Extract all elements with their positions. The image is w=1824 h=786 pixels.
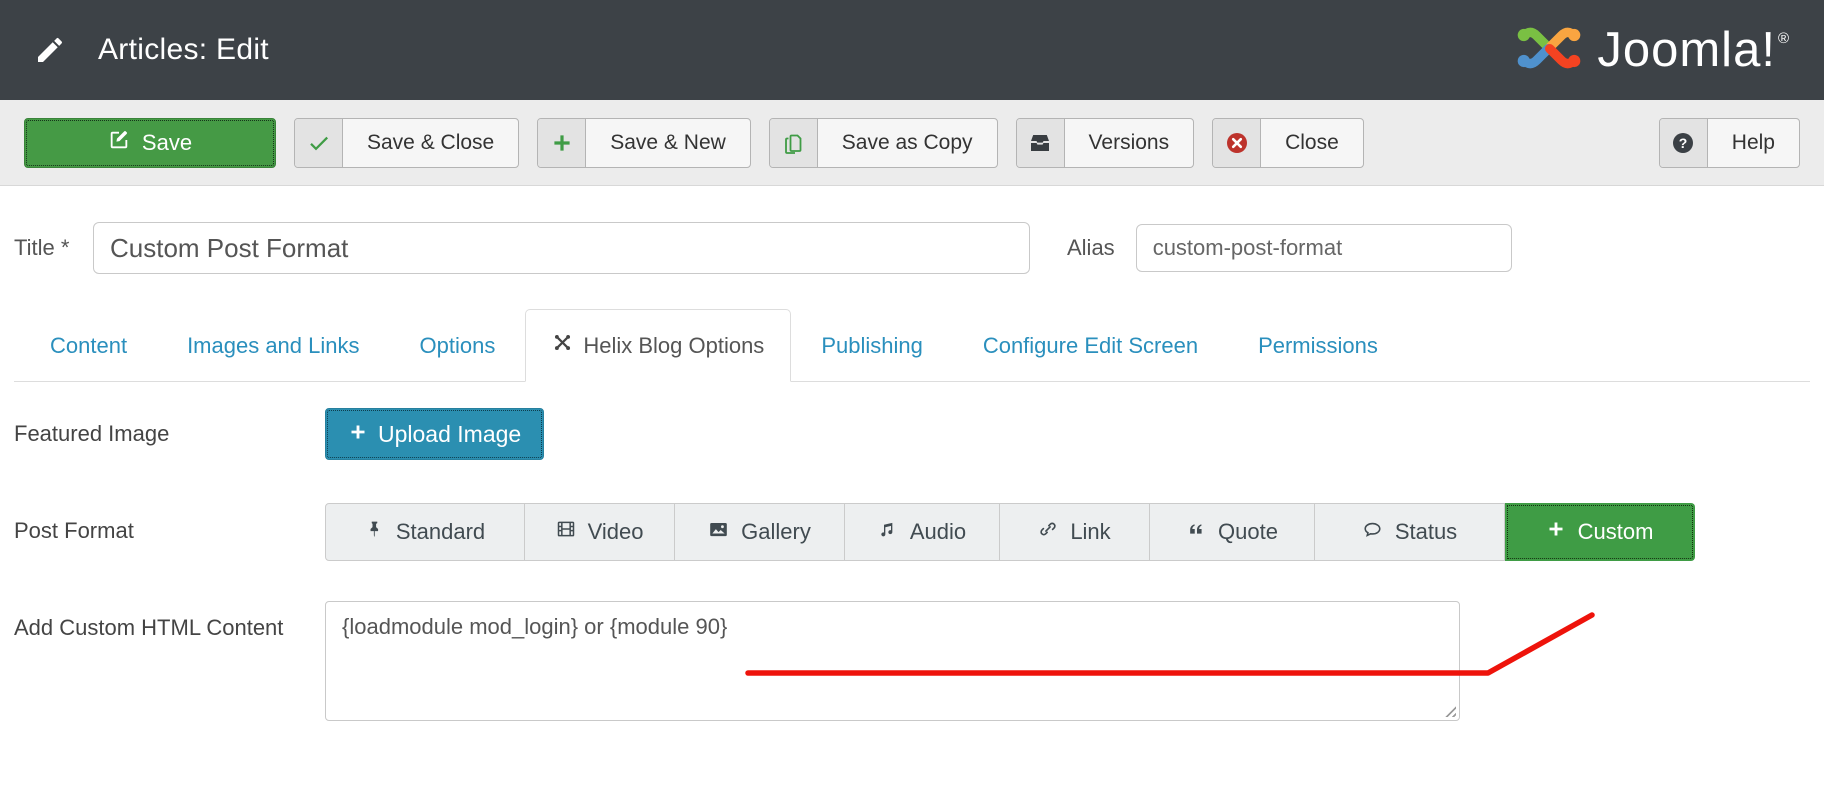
post-format-quote-button[interactable]: Quote (1150, 503, 1315, 561)
music-note-icon (878, 519, 898, 545)
tab-images-and-links[interactable]: Images and Links (157, 311, 389, 381)
title-input[interactable] (93, 222, 1030, 274)
plus-icon (538, 119, 586, 167)
joomla-knot-icon (552, 332, 573, 359)
tab-helix-blog-options[interactable]: Helix Blog Options (525, 309, 791, 382)
edit-square-icon (108, 129, 130, 157)
post-format-custom-button[interactable]: Custom (1505, 503, 1695, 561)
post-format-video-button[interactable]: Video (525, 503, 675, 561)
custom-html-textarea[interactable] (325, 601, 1460, 721)
joomla-wordmark: Joomla!® (1597, 22, 1790, 78)
tab-configure-edit-screen[interactable]: Configure Edit Screen (953, 311, 1228, 381)
tab-options[interactable]: Options (390, 311, 526, 381)
versions-button[interactable]: Versions (1016, 118, 1195, 168)
toolbar: Save Save & Close Save & New Save as Cop… (0, 100, 1824, 186)
app-header: Articles: Edit Joomla!® (0, 0, 1824, 100)
pushpin-icon (365, 519, 384, 545)
quote-icon (1186, 519, 1206, 545)
joomla-knot-icon (1513, 12, 1585, 89)
save-copy-button[interactable]: Save as Copy (769, 118, 998, 168)
save-button[interactable]: Save (24, 118, 276, 168)
featured-image-row: Featured Image Upload Image (14, 408, 1810, 460)
post-format-row: Post Format Standard Video Gallery (14, 503, 1810, 561)
tab-permissions[interactable]: Permissions (1228, 311, 1408, 381)
picture-icon (708, 519, 729, 546)
joomla-logo: Joomla!® (1513, 12, 1790, 89)
article-edit-form: Title * Alias Content Images and Links O… (0, 222, 1824, 721)
chain-link-icon (1038, 519, 1058, 545)
page-title: Articles: Edit (98, 33, 269, 67)
plus-icon (1546, 519, 1566, 545)
custom-html-row: Add Custom HTML Content (14, 601, 1810, 721)
tab-publishing[interactable]: Publishing (791, 311, 953, 381)
featured-image-label: Featured Image (14, 408, 325, 447)
close-button[interactable]: Close (1212, 118, 1364, 168)
save-close-button[interactable]: Save & Close (294, 118, 519, 168)
film-icon (556, 519, 576, 545)
post-format-link-button[interactable]: Link (1000, 503, 1150, 561)
question-circle-icon: ? (1660, 119, 1708, 167)
edit-pencil-icon (34, 34, 66, 66)
registered-mark: ® (1778, 30, 1790, 47)
title-label: Title * (14, 235, 93, 261)
custom-html-label: Add Custom HTML Content (14, 601, 325, 641)
title-row: Title * Alias (14, 222, 1810, 274)
upload-image-button[interactable]: Upload Image (325, 408, 544, 460)
archive-icon (1017, 119, 1065, 167)
alias-label: Alias (1067, 235, 1115, 261)
post-format-label: Post Format (14, 503, 325, 544)
svg-text:?: ? (1679, 135, 1688, 151)
tab-bar: Content Images and Links Options Helix B… (14, 309, 1810, 382)
help-button[interactable]: ? Help (1659, 118, 1800, 168)
tab-content[interactable]: Content (20, 311, 157, 381)
cancel-circle-icon (1213, 119, 1261, 167)
save-new-button[interactable]: Save & New (537, 118, 751, 168)
post-format-audio-button[interactable]: Audio (845, 503, 1000, 561)
plus-icon (348, 421, 368, 448)
check-icon (295, 119, 343, 167)
post-format-status-button[interactable]: Status (1315, 503, 1505, 561)
post-format-standard-button[interactable]: Standard (325, 503, 525, 561)
post-format-group: Standard Video Gallery Audio (325, 503, 1695, 561)
alias-input[interactable] (1136, 224, 1512, 272)
speech-bubble-icon (1362, 519, 1383, 546)
copy-icon (770, 119, 818, 167)
post-format-gallery-button[interactable]: Gallery (675, 503, 845, 561)
